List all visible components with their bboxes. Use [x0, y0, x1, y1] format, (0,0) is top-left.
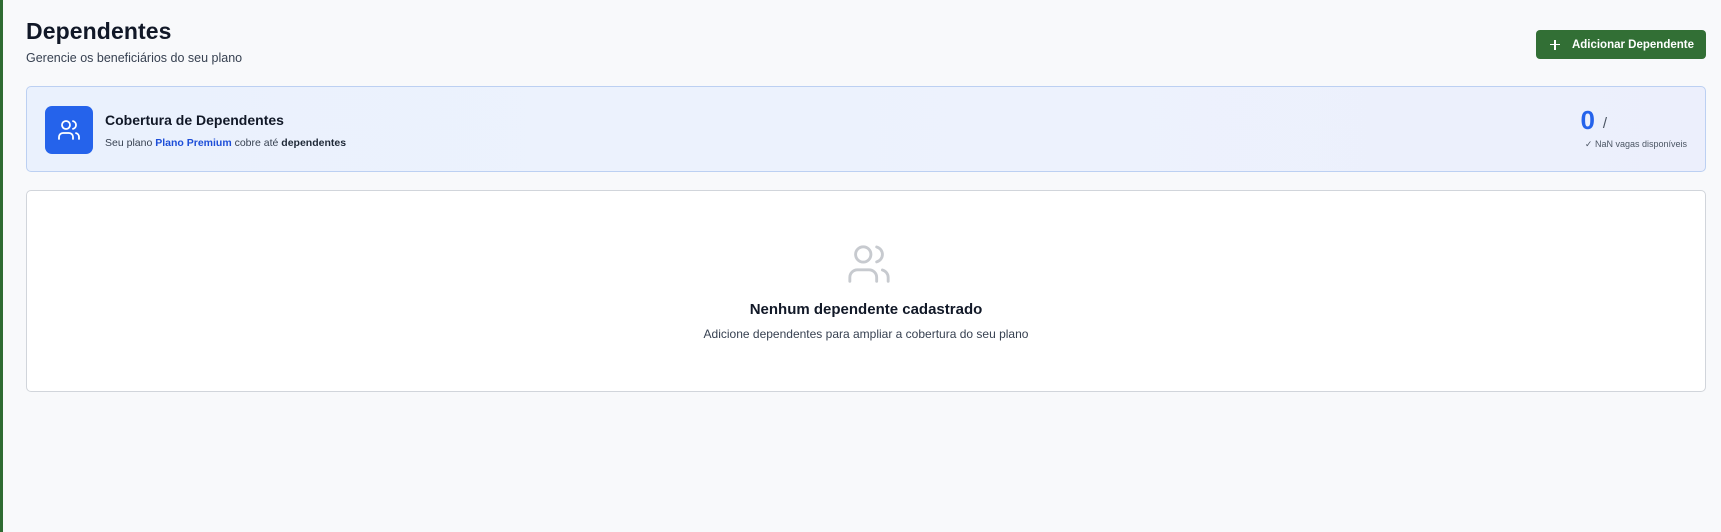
page-header: Dependentes Gerencie os beneficiários do…: [26, 18, 1706, 68]
add-dependent-label: Adicionar Dependente: [1571, 38, 1694, 51]
add-dependent-button[interactable]: Adicionar Dependente: [1535, 30, 1706, 59]
coverage-icon-box: [45, 106, 93, 154]
coverage-desc-middle: cobre até: [231, 137, 282, 149]
coverage-desc-prefix: Seu plano: [105, 137, 156, 149]
coverage-card: Cobertura de Dependentes Seu plano Plano…: [26, 86, 1706, 172]
plus-icon: [1549, 39, 1560, 50]
left-edge-stripe: [0, 0, 3, 532]
coverage-desc-suffix: dependentes: [281, 137, 347, 149]
plan-name: Plano Premium: [155, 137, 232, 149]
vacancy-status: ✓ NaN vagas disponíveis: [1584, 139, 1687, 149]
dependents-count: 0: [1580, 105, 1595, 135]
count-separator: /: [1602, 115, 1607, 132]
users-icon: [58, 120, 80, 140]
empty-state-card: Nenhum dependente cadastrado Adicione de…: [26, 190, 1706, 392]
coverage-title: Cobertura de Dependentes: [105, 112, 284, 128]
users-icon: [848, 245, 890, 283]
empty-state-title: Nenhum dependente cadastrado: [749, 301, 983, 318]
dependents-page: Dependentes Gerencie os beneficiários do…: [26, 0, 1706, 532]
page-subtitle: Gerencie os beneficiários do seu plano: [26, 51, 243, 65]
empty-state-description: Adicione dependentes para ampliar a cobe…: [703, 327, 1029, 341]
coverage-description: Seu plano Plano Premium cobre até depend…: [105, 137, 346, 149]
coverage-count: 0 / ✓ NaN vagas disponíveis: [1547, 105, 1687, 155]
page-title: Dependentes: [26, 18, 172, 44]
